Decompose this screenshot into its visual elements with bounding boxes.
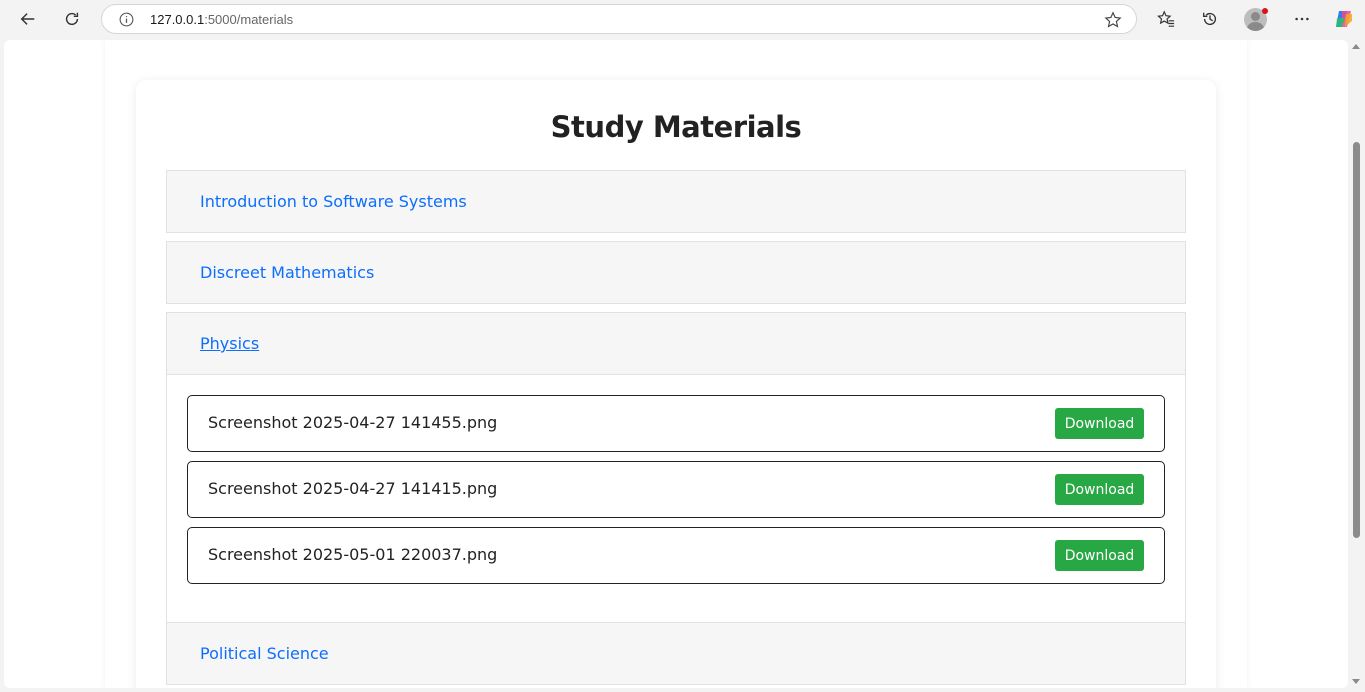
more-button[interactable] <box>1287 4 1317 34</box>
subject-header-software-systems[interactable]: Introduction to Software Systems <box>166 170 1186 233</box>
address-bar[interactable]: 127.0.0.1:5000/materials <box>101 4 1137 34</box>
vertical-scrollbar[interactable] <box>1349 40 1363 688</box>
file-row: Screenshot 2025-04-27 141415.png Downloa… <box>187 461 1165 518</box>
file-name: Screenshot 2025-05-01 220037.png <box>208 545 498 564</box>
scroll-up-arrow-icon[interactable] <box>1352 44 1360 49</box>
copilot-icon[interactable] <box>1333 8 1355 30</box>
file-name: Screenshot 2025-04-27 141455.png <box>208 413 498 432</box>
browser-toolbar: 127.0.0.1:5000/materials <box>0 0 1365 38</box>
subject-header-discreet-mathematics[interactable]: Discreet Mathematics <box>166 241 1186 304</box>
reload-icon <box>65 12 79 26</box>
history-icon <box>1203 12 1217 26</box>
star-icon[interactable] <box>1104 11 1122 29</box>
file-name: Screenshot 2025-04-27 141415.png <box>208 479 498 498</box>
scroll-thumb[interactable] <box>1353 142 1360 538</box>
history-button[interactable] <box>1195 4 1225 34</box>
subject-link[interactable]: Political Science <box>200 644 329 663</box>
back-icon <box>20 13 35 25</box>
scroll-down-arrow-icon[interactable] <box>1352 679 1360 684</box>
subject-header-political-science[interactable]: Political Science <box>166 622 1186 685</box>
notification-dot <box>1262 8 1268 14</box>
subject-link[interactable]: Physics <box>200 334 259 353</box>
more-icon <box>1295 17 1309 21</box>
download-button[interactable]: Download <box>1055 408 1144 439</box>
url-host: 127.0.0.1 <box>150 12 205 27</box>
reload-button[interactable] <box>57 4 87 34</box>
download-button[interactable]: Download <box>1055 540 1144 571</box>
physics-files-panel: Screenshot 2025-04-27 141455.png Downloa… <box>166 375 1186 622</box>
materials-card: Study Materials Introduction to Software… <box>136 80 1216 688</box>
page-container: Study Materials Introduction to Software… <box>105 40 1247 688</box>
subject-link[interactable]: Introduction to Software Systems <box>200 192 467 211</box>
back-button[interactable] <box>13 4 43 34</box>
url-path: :5000/materials <box>204 12 294 27</box>
page-viewport: Study Materials Introduction to Software… <box>4 40 1348 688</box>
url-text: 127.0.0.1:5000/materials <box>150 12 293 27</box>
page-title: Study Materials <box>550 110 802 144</box>
subject-link[interactable]: Discreet Mathematics <box>200 263 374 282</box>
info-icon[interactable] <box>118 11 135 28</box>
file-row: Screenshot 2025-05-01 220037.png Downloa… <box>187 527 1165 584</box>
file-row: Screenshot 2025-04-27 141455.png Downloa… <box>187 395 1165 452</box>
favorites-button[interactable] <box>1151 4 1181 34</box>
subject-header-physics[interactable]: Physics <box>166 312 1186 375</box>
favorites-icon <box>1157 10 1175 27</box>
download-button[interactable]: Download <box>1055 474 1144 505</box>
